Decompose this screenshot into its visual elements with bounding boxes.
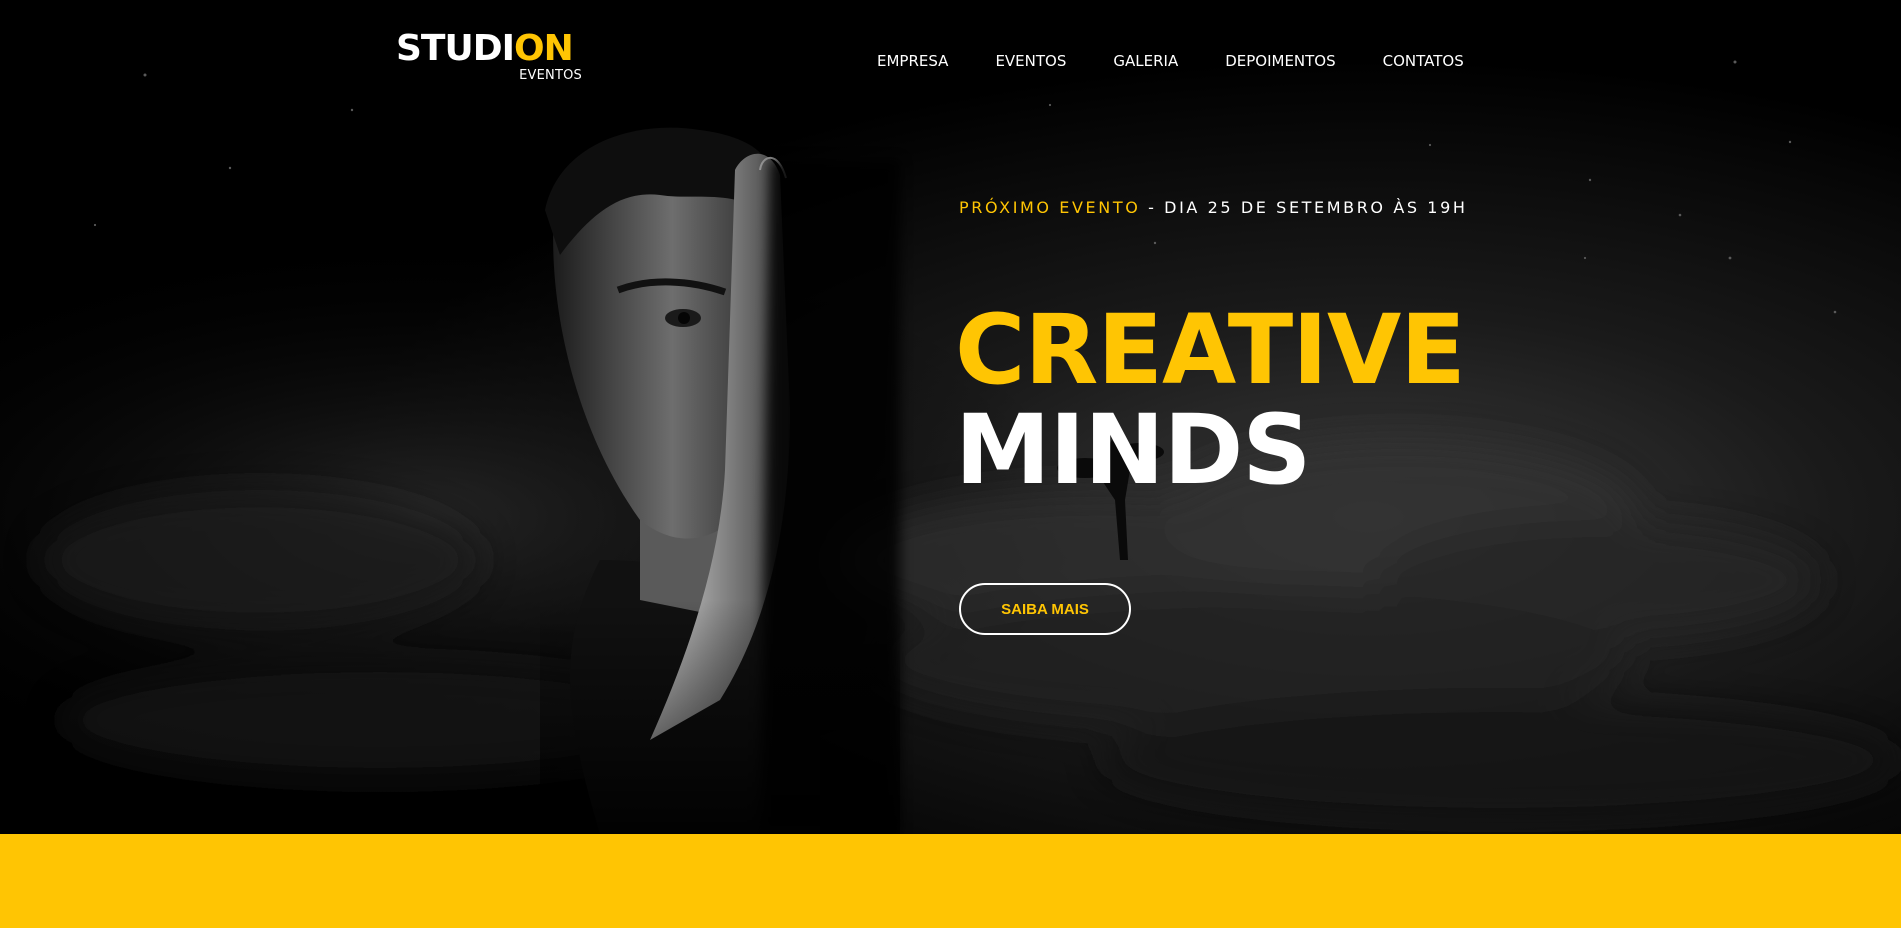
- next-event-separator: -: [1140, 198, 1165, 217]
- yellow-section-band: [0, 834, 1901, 928]
- next-event-date: DIA 25 DE SETEMBRO ÀS 19H: [1164, 198, 1468, 217]
- hero-background-image: [0, 0, 1901, 834]
- logo-text-yellow: ON: [514, 28, 574, 69]
- logo-subtitle: EVENTOS: [519, 68, 582, 83]
- logo-text-white: STUDI: [396, 28, 515, 69]
- main-nav: EMPRESA EVENTOS GALERIA DEPOIMENTOS CONT…: [877, 52, 1464, 70]
- brand-logo[interactable]: STUDION EVENTOS: [396, 30, 586, 85]
- nav-item-eventos[interactable]: EVENTOS: [995, 52, 1066, 70]
- saiba-mais-button[interactable]: SAIBA MAIS: [959, 583, 1131, 635]
- nav-item-contatos[interactable]: CONTATOS: [1383, 52, 1464, 70]
- nav-item-depoimentos[interactable]: DEPOIMENTOS: [1225, 52, 1335, 70]
- nav-item-galeria[interactable]: GALERIA: [1113, 52, 1178, 70]
- next-event-label: PRÓXIMO EVENTO: [959, 198, 1141, 217]
- hero-section: STUDION EVENTOS EMPRESA EVENTOS GALERIA …: [0, 0, 1901, 834]
- hero-headline-line2: MINDS: [955, 394, 1311, 506]
- next-event-info: PRÓXIMO EVENTO - DIA 25 DE SETEMBRO ÀS 1…: [959, 198, 1468, 218]
- nav-item-empresa[interactable]: EMPRESA: [877, 52, 948, 70]
- hero-headline-line1: CREATIVE: [955, 294, 1466, 406]
- logo-wordmark: STUDION: [396, 28, 574, 69]
